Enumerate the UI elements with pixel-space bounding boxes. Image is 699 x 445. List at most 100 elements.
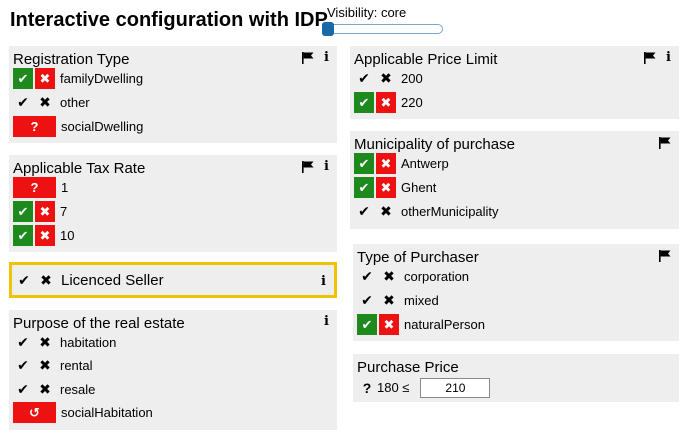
option-row: ? socialDwelling xyxy=(13,116,143,137)
option-row: ✔ ✖ 200 xyxy=(354,68,423,89)
check-icon[interactable]: ✔ xyxy=(13,332,33,353)
cross-button[interactable]: ✖ xyxy=(379,314,399,335)
visibility-slider[interactable] xyxy=(322,22,447,36)
cross-icon[interactable]: ✖ xyxy=(35,379,55,400)
option-label: Licenced Seller xyxy=(61,272,164,289)
card-title: Type of Purchaser xyxy=(357,249,479,266)
flag-icon[interactable] xyxy=(659,137,671,149)
check-icon[interactable]: ✔ xyxy=(13,379,33,400)
flag-icon[interactable] xyxy=(302,161,314,173)
card-title: Municipality of purchase xyxy=(354,136,515,153)
option-label: Ghent xyxy=(401,180,437,195)
check-icon[interactable]: ✔ xyxy=(354,201,374,222)
cross-button[interactable]: ✖ xyxy=(35,201,55,222)
price-row: ? 180 ≤ 210 xyxy=(357,377,491,398)
option-label: resale xyxy=(60,382,96,397)
cross-button[interactable]: ✖ xyxy=(35,68,55,89)
undo-button[interactable]: ↺ xyxy=(13,402,56,423)
option-label: familyDwelling xyxy=(60,71,144,86)
card-applicable-price-limit: Applicable Price Limit i ✔ ✖ 200 ✔ ✖ 220 xyxy=(350,46,679,119)
check-icon[interactable]: ✔ xyxy=(354,68,374,89)
card-licenced-seller: ✔ ✖ Licenced Seller i xyxy=(9,262,337,298)
visibility-label: Visibility: core xyxy=(327,5,407,20)
cross-icon[interactable]: ✖ xyxy=(35,332,55,353)
option-row: ✔ ✖ Licenced Seller xyxy=(14,270,164,291)
unknown-icon[interactable]: ? xyxy=(357,377,377,398)
info-icon[interactable]: i xyxy=(666,51,671,64)
option-row: ✔ ✖ corporation xyxy=(357,266,469,287)
check-button[interactable]: ✔ xyxy=(13,68,33,89)
info-icon[interactable]: i xyxy=(324,315,329,328)
option-row: ✔ ✖ Antwerp xyxy=(354,153,449,174)
option-row: ✔ ✖ resale xyxy=(13,379,95,400)
option-row: ✔ ✖ 220 xyxy=(354,92,423,113)
card-title: Purchase Price xyxy=(357,359,459,376)
check-icon[interactable]: ✔ xyxy=(13,92,33,113)
option-row: ? 1 xyxy=(13,177,68,198)
card-purpose: Purpose of the real estate i ✔ ✖ habitat… xyxy=(9,310,337,430)
info-icon[interactable]: i xyxy=(324,51,329,64)
slider-track[interactable] xyxy=(322,24,443,34)
check-button[interactable]: ✔ xyxy=(354,153,374,174)
flag-icon[interactable] xyxy=(644,52,656,64)
cross-icon[interactable]: ✖ xyxy=(376,68,396,89)
card-purchase-price: Purchase Price ? 180 ≤ 210 xyxy=(353,354,679,402)
option-label: corporation xyxy=(404,269,470,284)
card-type-of-purchaser: Type of Purchaser ✔ ✖ corporation ✔ ✖ mi… xyxy=(353,244,679,341)
option-label: 1 xyxy=(61,180,69,195)
card-applicable-tax-rate: Applicable Tax Rate i ? 1 ✔ ✖ 7 ✔ ✖ 10 xyxy=(9,155,337,252)
check-icon[interactable]: ✔ xyxy=(13,355,33,376)
option-row: ✔ ✖ Ghent xyxy=(354,177,436,198)
option-label: socialDwelling xyxy=(61,119,144,134)
card-title: Applicable Price Limit xyxy=(354,51,498,68)
flag-icon[interactable] xyxy=(659,250,671,262)
cross-button[interactable]: ✖ xyxy=(376,177,396,198)
check-button[interactable]: ✔ xyxy=(354,177,374,198)
cross-icon[interactable]: ✖ xyxy=(376,201,396,222)
check-button[interactable]: ✔ xyxy=(354,92,374,113)
card-title: Purpose of the real estate xyxy=(13,315,185,332)
card-title: Registration Type xyxy=(13,51,130,68)
page-title: Interactive configuration with IDP xyxy=(10,9,328,31)
option-row: ✔ ✖ 7 xyxy=(13,201,67,222)
unknown-button[interactable]: ? xyxy=(13,177,56,198)
option-row: ✔ ✖ habitation xyxy=(13,332,116,353)
cross-icon[interactable]: ✖ xyxy=(379,266,399,287)
cross-button[interactable]: ✖ xyxy=(35,225,55,246)
card-registration-type: Registration Type i ✔ ✖ familyDwelling ✔… xyxy=(9,46,337,143)
cross-button[interactable]: ✖ xyxy=(376,153,396,174)
option-label: rental xyxy=(60,358,93,373)
option-row: ✔ ✖ 10 xyxy=(13,225,74,246)
check-button[interactable]: ✔ xyxy=(13,225,33,246)
option-row: ✔ ✖ rental xyxy=(13,355,93,376)
option-label: socialHabitation xyxy=(61,405,153,420)
cross-icon[interactable]: ✖ xyxy=(36,270,56,291)
cross-icon[interactable]: ✖ xyxy=(35,355,55,376)
card-title: Applicable Tax Rate xyxy=(13,160,146,177)
flag-icon[interactable] xyxy=(302,52,314,64)
option-label: 200 xyxy=(401,71,423,86)
unknown-button[interactable]: ? xyxy=(13,116,56,137)
check-icon[interactable]: ✔ xyxy=(14,270,34,291)
info-icon[interactable]: i xyxy=(324,160,329,173)
slider-thumb[interactable] xyxy=(322,22,334,36)
cross-button[interactable]: ✖ xyxy=(376,92,396,113)
option-label: otherMunicipality xyxy=(401,204,499,219)
purchase-price-input[interactable]: 210 xyxy=(420,377,491,398)
check-icon[interactable]: ✔ xyxy=(357,290,377,311)
option-row: ✔ ✖ mixed xyxy=(357,290,439,311)
check-icon[interactable]: ✔ xyxy=(357,266,377,287)
option-label: habitation xyxy=(60,335,117,350)
cross-icon[interactable]: ✖ xyxy=(379,290,399,311)
option-label: 220 xyxy=(401,95,423,110)
check-button[interactable]: ✔ xyxy=(357,314,377,335)
option-row: ✔ ✖ otherMunicipality xyxy=(354,201,499,222)
price-lower-bound: 180 ≤ xyxy=(377,380,410,395)
info-icon[interactable]: i xyxy=(321,275,326,288)
check-button[interactable]: ✔ xyxy=(13,201,33,222)
option-label: naturalPerson xyxy=(404,317,485,332)
option-label: other xyxy=(60,95,90,110)
option-row: ✔ ✖ naturalPerson xyxy=(357,314,485,335)
option-label: 10 xyxy=(60,228,75,243)
cross-icon[interactable]: ✖ xyxy=(35,92,55,113)
